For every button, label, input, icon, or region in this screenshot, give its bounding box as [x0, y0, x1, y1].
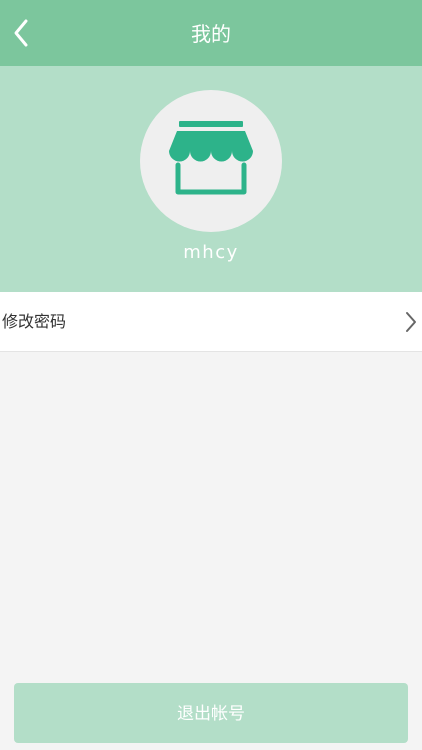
storefront-icon	[169, 121, 253, 195]
top-navigation-bar: 我的	[0, 0, 422, 66]
page-title: 我的	[191, 22, 231, 46]
avatar	[140, 90, 282, 232]
username: mhcy	[183, 242, 239, 263]
logout-button[interactable]: 退出帐号	[14, 683, 408, 743]
change-password-item[interactable]: 修改密码	[0, 292, 422, 352]
change-password-label: 修改密码	[2, 312, 67, 331]
profile-header: mhcy	[0, 66, 422, 292]
chevron-right-icon	[406, 312, 416, 332]
